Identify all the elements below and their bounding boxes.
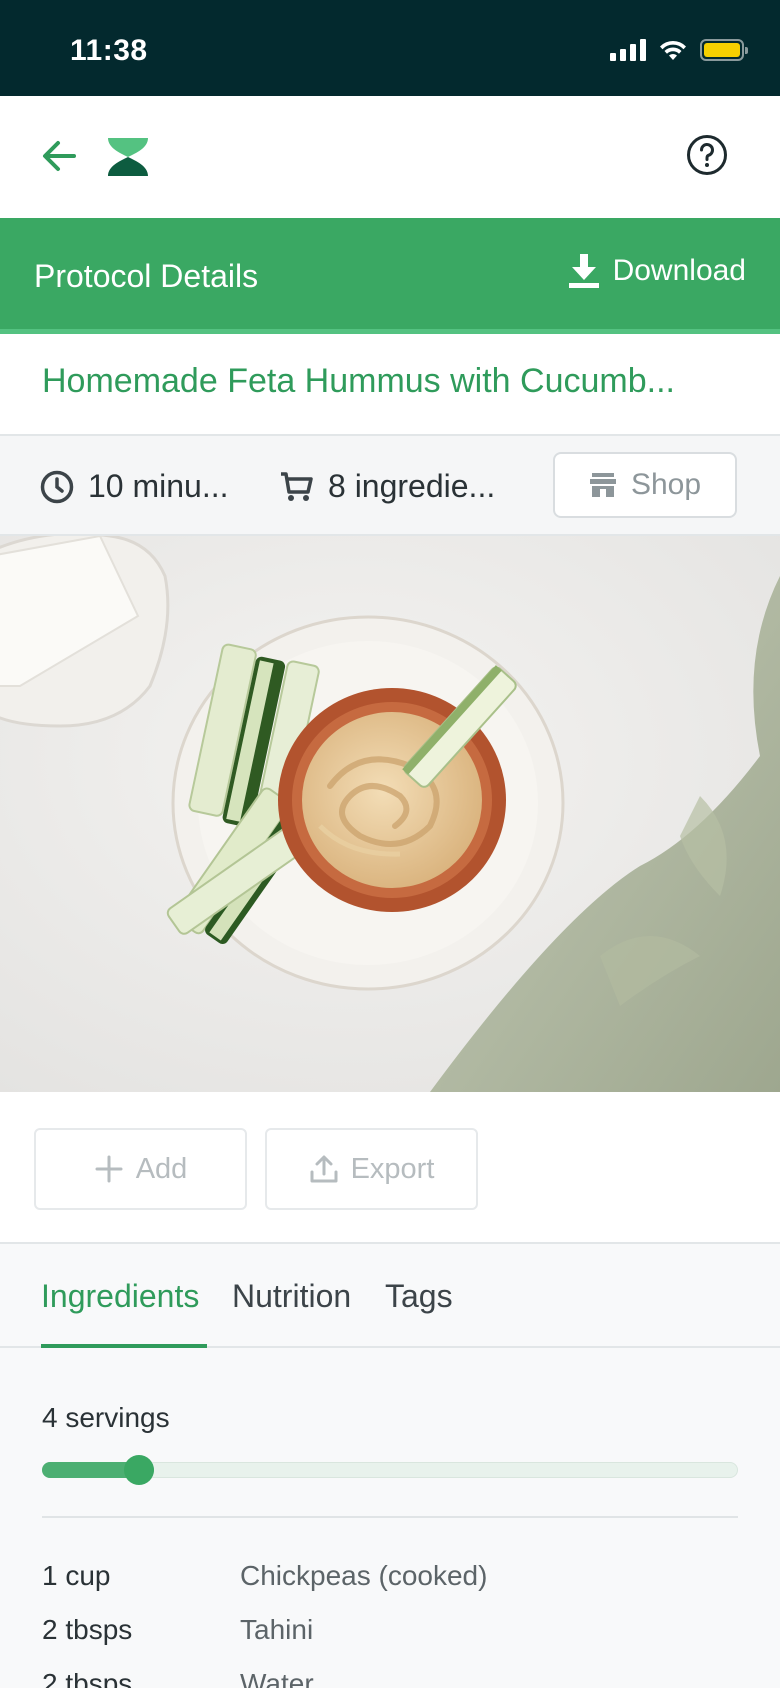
tab-bar: Ingredients Nutrition Tags xyxy=(0,1244,780,1348)
prep-time: 10 minu... xyxy=(40,468,229,505)
page-title: Protocol Details xyxy=(34,258,259,294)
ingredients-panel: 4 servings 1 cup Chickpeas (cooked) 2 tb… xyxy=(0,1348,780,1688)
back-arrow-icon[interactable] xyxy=(38,134,82,178)
protocol-header: Protocol Details Download xyxy=(0,218,780,334)
download-label: Download xyxy=(612,254,746,287)
battery-icon xyxy=(700,39,748,61)
recipe-meta-row: 10 minu... 8 ingredie... Shop xyxy=(0,436,780,536)
action-row: Add Export xyxy=(0,1092,780,1244)
hourglass-logo-icon xyxy=(108,138,148,176)
ingredient-name: Tahini xyxy=(240,1614,314,1645)
recipe-title-row: Homemade Feta Hummus with Cucumb... xyxy=(0,334,780,436)
tab-nutrition[interactable]: Nutrition xyxy=(232,1278,351,1315)
ingredient-row: 1 cup Chickpeas (cooked) xyxy=(42,1560,487,1592)
ingredient-count-text: 8 ingredie... xyxy=(328,468,496,504)
clock-icon xyxy=(40,470,74,503)
servings-label: 4 servings xyxy=(42,1402,170,1433)
shop-label: Shop xyxy=(630,468,702,501)
help-circle-icon[interactable] xyxy=(686,134,728,176)
add-button[interactable]: Add xyxy=(34,1128,247,1210)
servings-slider[interactable] xyxy=(42,1455,738,1485)
prep-time-text: 10 minu... xyxy=(88,468,229,504)
status-icons xyxy=(610,38,748,62)
shop-button[interactable]: Shop xyxy=(553,452,737,518)
cart-icon xyxy=(281,471,313,501)
wifi-icon xyxy=(660,40,686,60)
tab-tags[interactable]: Tags xyxy=(385,1278,453,1315)
ingredient-row: 2 tbsps Water xyxy=(42,1668,314,1688)
ingredient-qty: 1 cup xyxy=(42,1560,111,1591)
status-bar: 11:38 xyxy=(0,0,780,96)
export-label: Export xyxy=(350,1152,435,1185)
tab-ingredients[interactable]: Ingredients xyxy=(41,1278,199,1315)
download-icon xyxy=(568,254,599,288)
hummus-image xyxy=(0,536,780,1092)
ingredient-name: Chickpeas (cooked) xyxy=(240,1560,488,1591)
status-time: 11:38 xyxy=(70,34,148,67)
signal-icon xyxy=(610,39,646,61)
download-button[interactable]: Download xyxy=(568,254,746,288)
plus-icon xyxy=(95,1155,123,1183)
divider xyxy=(42,1516,738,1518)
ingredient-count: 8 ingredie... xyxy=(280,468,495,505)
ingredient-name: Water xyxy=(240,1668,314,1688)
slider-thumb[interactable] xyxy=(124,1455,155,1485)
export-button[interactable]: Export xyxy=(265,1128,478,1210)
nav-bar xyxy=(0,96,780,218)
ingredient-qty: 2 tbsps xyxy=(42,1614,133,1645)
store-icon xyxy=(589,473,616,497)
add-label: Add xyxy=(135,1152,188,1185)
recipe-title: Homemade Feta Hummus with Cucumb... xyxy=(42,362,675,400)
upload-icon xyxy=(310,1155,338,1183)
ingredient-row: 2 tbsps Tahini xyxy=(42,1614,313,1646)
recipe-photo xyxy=(0,536,780,1092)
ingredient-qty: 2 tbsps xyxy=(42,1668,133,1688)
